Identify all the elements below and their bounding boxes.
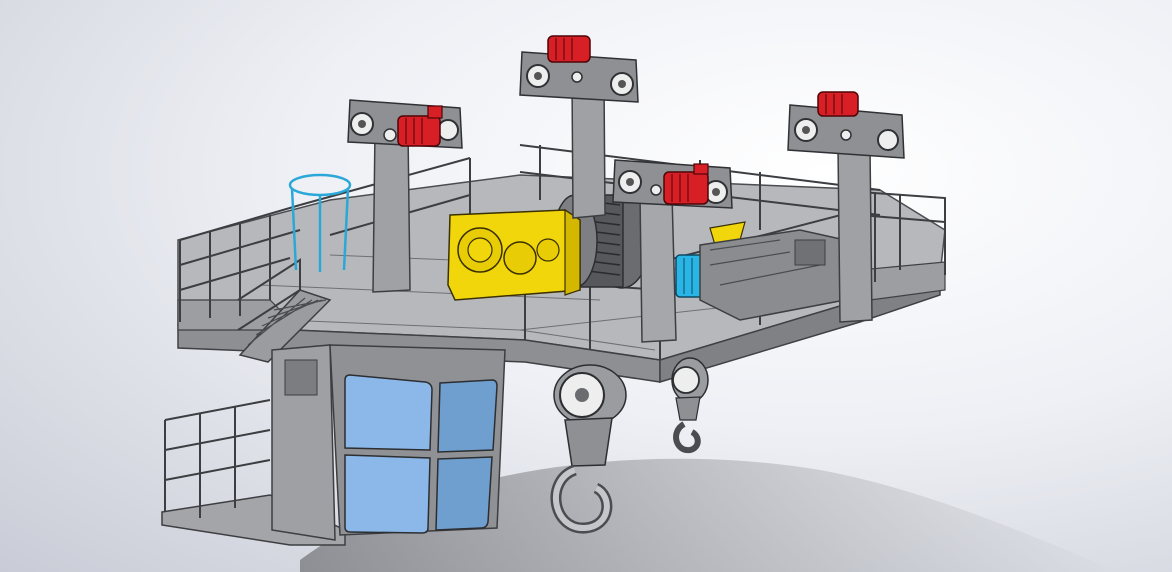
- hoist-gearbox: [447, 208, 581, 301]
- cad-viewport[interactable]: [0, 0, 1172, 572]
- travel-motor-rear-right: [817, 91, 859, 117]
- travel-motor-rear-center: [547, 35, 591, 63]
- operator-cabin: [161, 344, 506, 546]
- auxiliary-hook-block: [671, 357, 709, 454]
- crane-trolley-model: [161, 35, 1120, 572]
